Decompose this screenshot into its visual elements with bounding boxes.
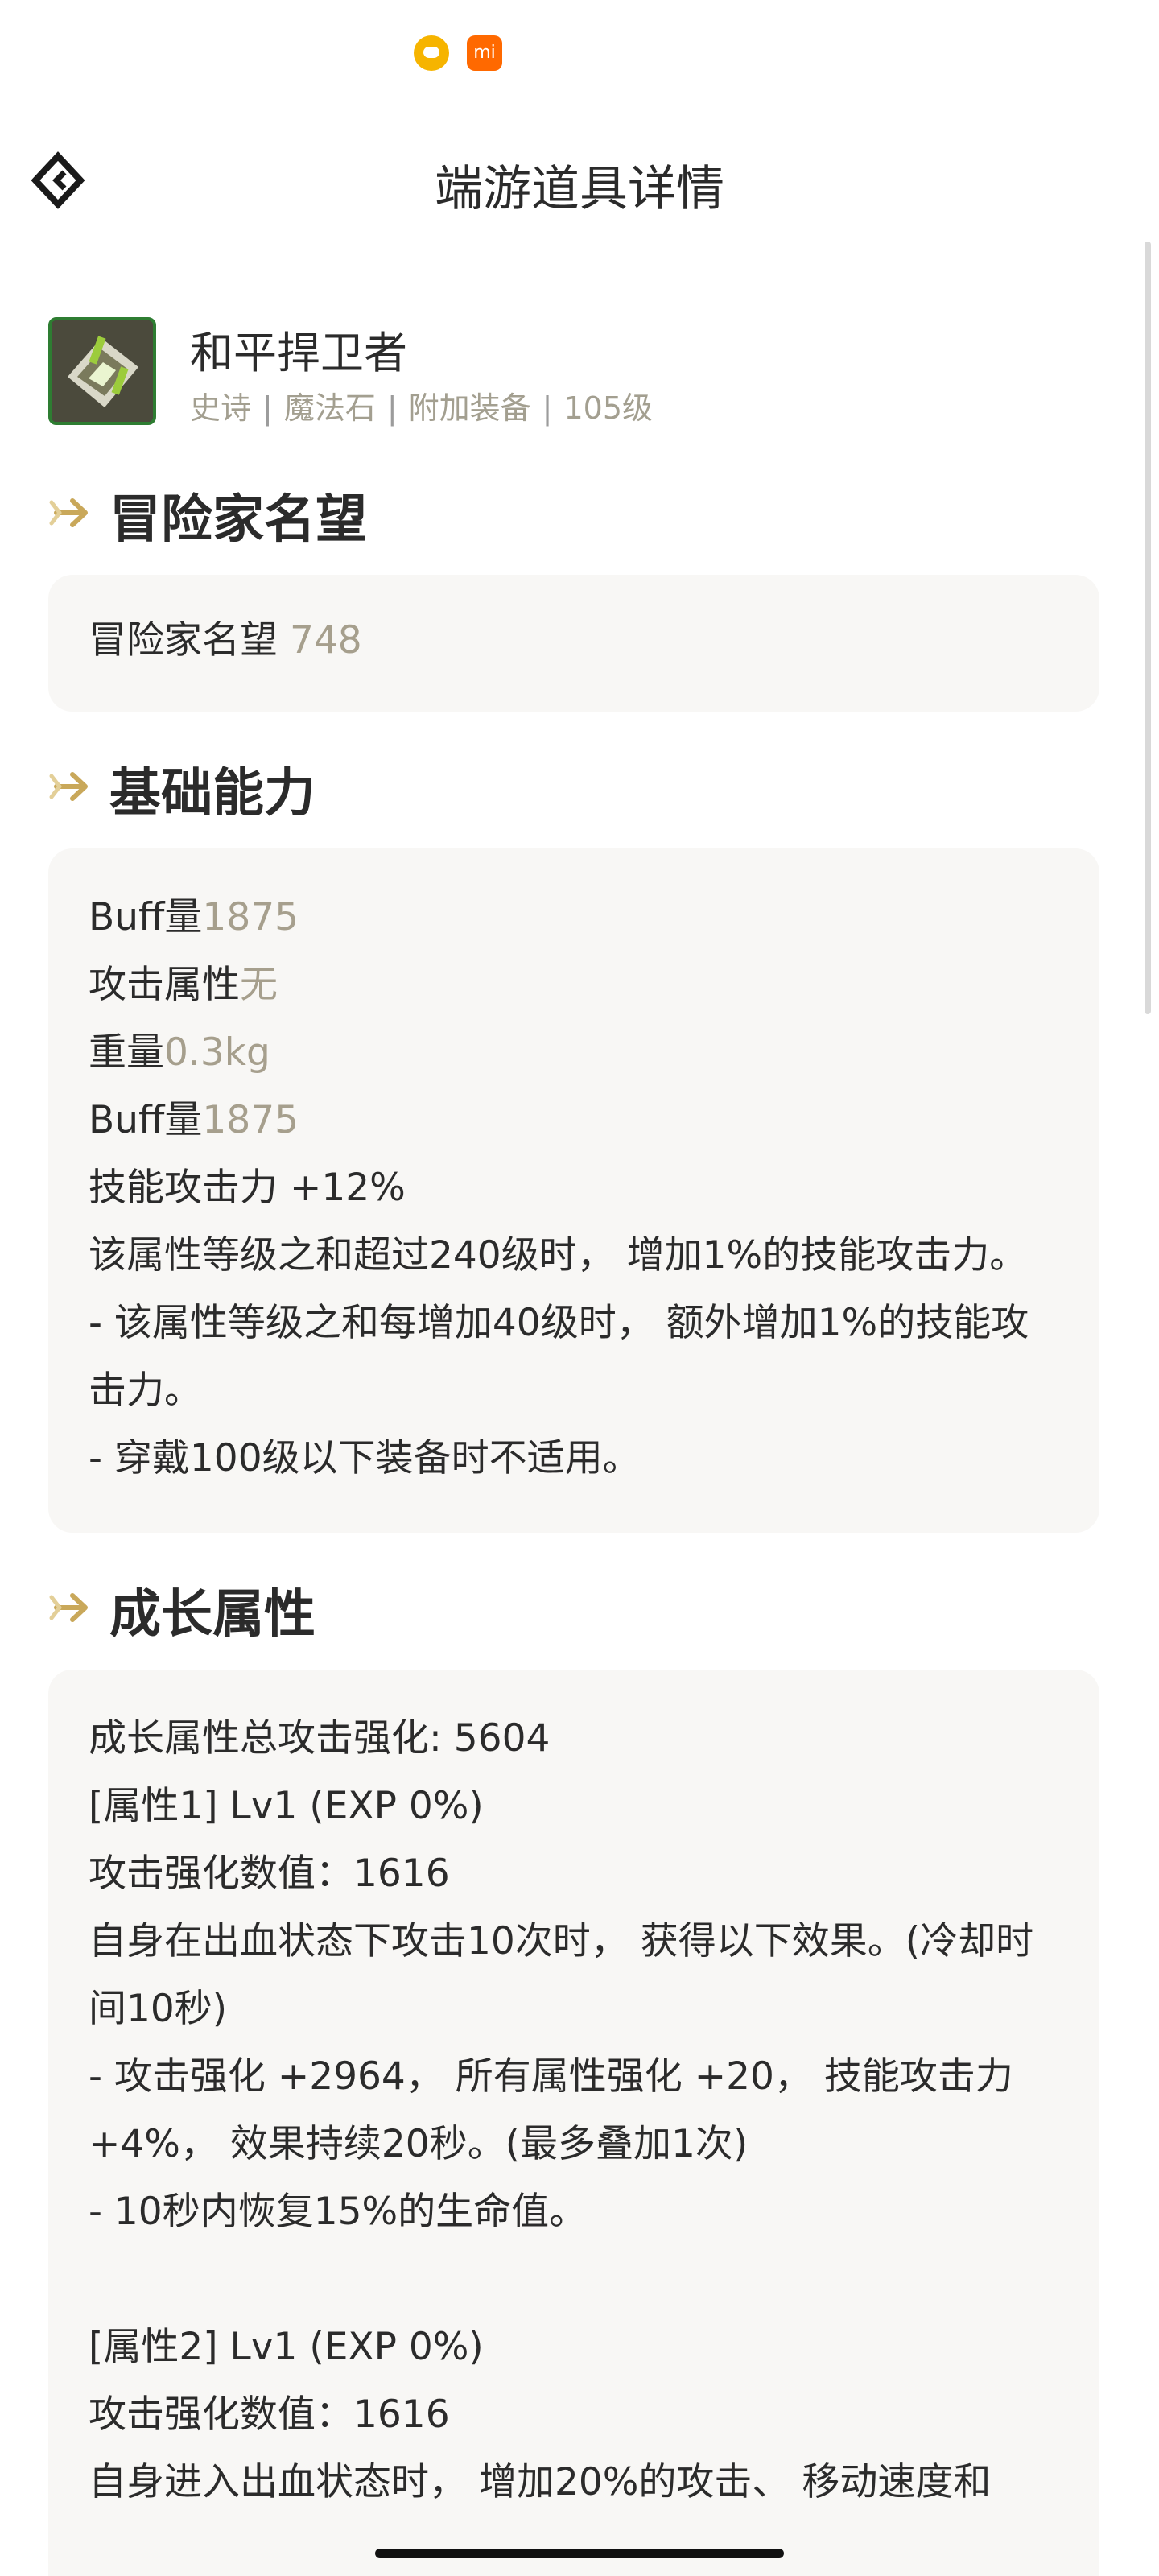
tag-rarity: 史诗 bbox=[190, 390, 252, 426]
growth-line: 自身在出血状态下攻击10次时， 获得以下效果。(冷却时间10秒) bbox=[89, 1919, 1034, 2031]
item-tags: 史诗 | 魔法石 | 附加装备 | 105级 bbox=[190, 383, 653, 427]
tag-separator: | bbox=[542, 390, 553, 426]
growth-blank-line bbox=[89, 2246, 1059, 2314]
tag-type: 魔法石 bbox=[283, 390, 376, 426]
reputation-card: 冒险家名望 748 bbox=[48, 575, 1099, 712]
growth-card: 成长属性总攻击强化: 5604 [属性1] Lv1 (EXP 0%) 攻击强化数… bbox=[48, 1670, 1099, 2576]
base-text-line: - 该属性等级之和每增加40级时， 额外增加1%的技能攻击力。 bbox=[89, 1301, 1029, 1413]
section-arrow-icon bbox=[49, 1593, 88, 1622]
section-arrow-icon bbox=[49, 498, 88, 527]
xiaomi-mi-icon: mi bbox=[467, 35, 502, 71]
base-text-line: - 穿戴100级以下装备时不适用。 bbox=[89, 1436, 641, 1480]
home-indicator[interactable] bbox=[375, 2549, 784, 2558]
bilibili-tv-icon bbox=[414, 35, 449, 71]
growth-line: - 攻击强化 +2964， 所有属性强化 +20， 技能攻击力 +4%， 效果持… bbox=[89, 2054, 1013, 2166]
scrollbar[interactable] bbox=[1145, 242, 1151, 1014]
tag-level: 105级 bbox=[563, 390, 654, 426]
item-name: 和平捍卫者 bbox=[190, 328, 407, 378]
growth-line: 攻击强化数值：1616 bbox=[89, 2392, 450, 2437]
growth-line: 成长属性总攻击强化: 5604 bbox=[89, 1716, 551, 1761]
base-text-line: 技能攻击力 +12% bbox=[89, 1166, 406, 1210]
reputation-value: 748 bbox=[289, 618, 362, 663]
growth-line: - 10秒内恢复15%的生命值。 bbox=[89, 2190, 588, 2234]
base-line: 攻击属性无 bbox=[89, 963, 278, 1007]
base-text-line: 该属性等级之和超过240级时， 增加1%的技能攻击力。 bbox=[89, 1233, 1028, 1278]
base-line: 重量0.3kg bbox=[89, 1030, 270, 1075]
growth-line: [属性2] Lv1 (EXP 0%) bbox=[89, 2325, 484, 2369]
item-header: 和平捍卫者 史诗 | 魔法石 | 附加装备 | 105级 bbox=[48, 317, 1095, 438]
reputation-line: 冒险家名望 748 bbox=[89, 607, 1059, 675]
magic-stone-icon bbox=[52, 320, 153, 422]
growth-line: 攻击强化数值：1616 bbox=[89, 1852, 450, 1896]
base-line: Buff量1875 bbox=[89, 895, 299, 939]
growth-line: 自身进入出血状态时， 增加20%的攻击、 移动速度和 bbox=[89, 2460, 992, 2504]
tag-slot: 附加装备 bbox=[408, 390, 531, 426]
item-image bbox=[48, 317, 156, 425]
navigation-bar: 端游道具详情 bbox=[0, 129, 1159, 225]
base-line: Buff量1875 bbox=[89, 1098, 299, 1142]
status-bar: mi bbox=[0, 0, 1159, 97]
tag-separator: | bbox=[386, 390, 398, 426]
section-arrow-icon bbox=[49, 772, 88, 801]
page-title: 端游道具详情 bbox=[435, 161, 724, 217]
base-card: Buff量1875 攻击属性无 重量0.3kg Buff量1875 技能攻击力 … bbox=[48, 848, 1099, 1533]
tag-separator: | bbox=[262, 390, 273, 426]
reputation-label: 冒险家名望 bbox=[89, 618, 278, 663]
growth-line: [属性1] Lv1 (EXP 0%) bbox=[89, 1784, 484, 1828]
